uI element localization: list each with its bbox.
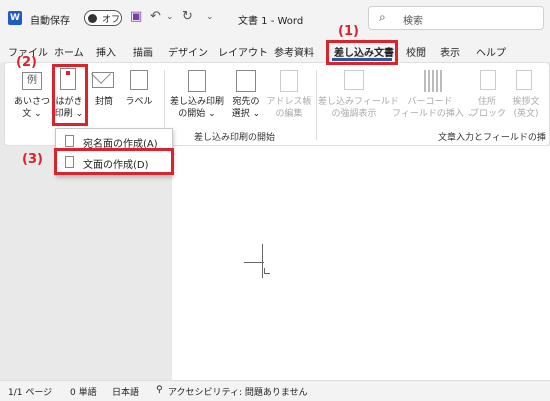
labels-button[interactable]: ラベル [124,96,154,108]
status-accessibility[interactable]: アクセシビリティ: 問題ありません [168,385,308,398]
tab-draw[interactable]: 描画 [133,44,153,59]
document-page[interactable] [172,146,550,380]
customize-qat-icon[interactable]: ⌄ [206,12,214,22]
barcode-icon [424,70,444,92]
insert-barcode-field-button[interactable]: バーコード フィールドの挿入 ⌄ [392,96,474,120]
document-title: 文書 1 - Word [238,16,304,27]
tab-design[interactable]: デザイン [168,44,208,59]
tab-help[interactable]: ヘルプ [476,44,506,59]
text-cursor-mark [264,268,270,274]
group-label-fields: 文章入力とフィールドの挿 [438,133,546,143]
status-language[interactable]: 日本語 [112,385,139,398]
aisatsu-button[interactable]: あいさつ 文 ⌄ [14,96,50,120]
search-icon: ⌕ [379,10,386,24]
accessibility-icon: ⚲ [156,385,163,395]
annotation-label-1: (1) [338,24,359,39]
tab-review[interactable]: 校閲 [406,44,426,59]
envelope-icon [91,64,114,88]
label-icon [130,70,148,90]
greeting-letter-icon: 例 [22,72,42,90]
tab-insert[interactable]: 挿入 [96,44,116,59]
search-box[interactable]: ⌕ 検索 [368,6,544,30]
envelope-button[interactable]: 封筒 [92,96,116,108]
text-cursor [262,244,263,278]
annotation-label-3: (3) [22,152,43,167]
select-recipients-icon [236,70,256,92]
tab-view[interactable]: 表示 [440,44,460,59]
group-label-start-merge: 差し込み印刷の開始 [194,133,276,143]
start-mail-merge-button[interactable]: 差し込み印刷 の開始 ⌄ [168,96,226,120]
edit-recipient-list-button[interactable]: アドレス帳 の編集 [264,96,314,120]
ribbon-separator [316,70,317,140]
undo-icon[interactable]: ↶ [150,9,161,24]
start-merge-icon [188,70,206,92]
status-word-count[interactable]: 0 単語 [70,385,97,398]
annotation-box-3 [54,148,174,175]
address-block-button[interactable]: 住所 ブロック [470,96,506,120]
highlight-fields-icon [344,70,364,90]
tab-layout[interactable]: レイアウト [218,44,268,59]
tab-references[interactable]: 参考資料 [274,44,314,59]
redo-icon[interactable]: ↻ [182,9,193,24]
select-recipients-button[interactable]: 宛先の 選択 ⌄ [226,96,266,120]
autosave-label: 自動保存 [30,16,70,27]
word-app-icon: W [8,11,22,25]
autosave-toggle[interactable]: オフ [84,10,122,26]
greeting-line-button[interactable]: 挨拶文 (英文) [506,96,546,120]
tab-home[interactable]: ホーム [54,44,84,59]
address-block-icon [480,70,496,90]
annotation-label-2: (2) [16,55,37,70]
margin-mark [244,262,264,263]
greeting-line-icon [516,70,532,90]
status-page-count[interactable]: 1/1 ページ [8,385,52,398]
toggle-state: オフ [102,15,121,25]
save-icon[interactable]: ▣ [130,9,142,24]
annotation-box-1 [326,40,398,65]
edit-address-list-icon [280,70,298,92]
undo-dropdown-icon[interactable]: ⌄ [166,12,174,22]
address-side-icon [65,135,74,147]
highlight-merge-fields-button[interactable]: 差し込みフィールド の強調表示 [318,96,399,120]
search-placeholder: 検索 [403,16,423,27]
toggle-knob [88,14,97,23]
annotation-box-2 [52,64,88,126]
